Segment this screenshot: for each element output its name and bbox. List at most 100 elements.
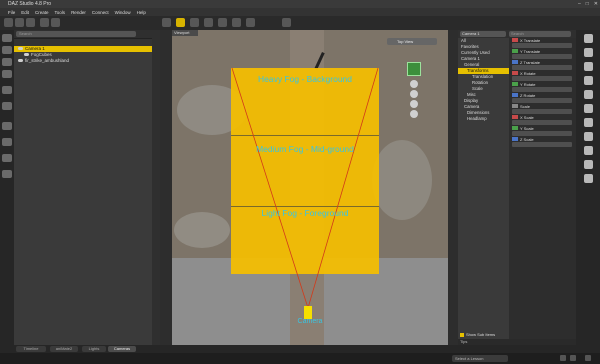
- node-weight-icon[interactable]: [246, 18, 255, 27]
- parameter-control[interactable]: Y Scale: [509, 126, 576, 137]
- parameter-slider[interactable]: [512, 43, 572, 48]
- render-icon[interactable]: [282, 18, 291, 27]
- surfaces-icon[interactable]: [584, 104, 593, 113]
- figure-icon[interactable]: [2, 138, 12, 146]
- parameter-slider[interactable]: [512, 76, 572, 81]
- folder-icon[interactable]: [2, 46, 12, 54]
- new-icon[interactable]: [4, 18, 13, 27]
- scissors-icon[interactable]: [2, 170, 12, 178]
- next-icon[interactable]: [570, 355, 576, 361]
- content-library-icon[interactable]: [584, 48, 593, 57]
- window-controls: – □ ✕: [578, 1, 598, 7]
- right-pane-tabs: [576, 30, 600, 352]
- visibility-eye-icon[interactable]: [24, 53, 29, 57]
- tab-cameras[interactable]: Cameras: [108, 346, 136, 352]
- environment-icon[interactable]: [584, 160, 593, 169]
- joint-editor-icon[interactable]: [232, 18, 241, 27]
- minimize-button[interactable]: –: [578, 1, 581, 7]
- posing-icon[interactable]: [584, 90, 593, 99]
- translate-icon[interactable]: [204, 18, 213, 27]
- viewport[interactable]: Top View Heavy Fog - Background Medium F…: [172, 30, 448, 350]
- tab-animate[interactable]: aniMate2: [50, 346, 78, 352]
- undo-side-icon[interactable]: [2, 102, 12, 110]
- save-scene-icon[interactable]: [2, 58, 12, 66]
- show-sub-items-checkbox[interactable]: Show Sub Items: [460, 332, 495, 337]
- scene-item-label: Camera 1: [25, 46, 45, 51]
- parameter-slider[interactable]: [512, 54, 572, 59]
- menu-help[interactable]: Help: [137, 10, 146, 15]
- parameter-slider[interactable]: [512, 65, 572, 70]
- open-icon[interactable]: [15, 18, 24, 27]
- axis-color-icon: [512, 82, 518, 86]
- bone-icon[interactable]: [2, 154, 12, 162]
- menu-tools[interactable]: Tools: [55, 10, 66, 15]
- node-select[interactable]: Camera 1: [460, 31, 506, 37]
- parameter-control[interactable]: Z Rotate: [509, 93, 576, 104]
- menu-render[interactable]: Render: [71, 10, 86, 15]
- scene-item-environment[interactable]: fir_strike_ambushland: [14, 58, 160, 64]
- group-headlamp[interactable]: Headlamp: [458, 116, 509, 122]
- rotate-icon[interactable]: [190, 18, 199, 27]
- parameter-slider[interactable]: [512, 131, 572, 136]
- undo-icon[interactable]: [40, 18, 49, 27]
- smart-content-icon[interactable]: [584, 34, 593, 43]
- tab-timeline[interactable]: Timeline: [16, 346, 46, 352]
- parameter-control[interactable]: Y Translate: [509, 49, 576, 60]
- menu-window[interactable]: Window: [115, 10, 131, 15]
- axis-color-icon: [512, 49, 518, 53]
- render-settings-icon[interactable]: [584, 118, 593, 127]
- shaping-icon[interactable]: [584, 76, 593, 85]
- scene-item-label: fir_strike_ambushland: [25, 58, 70, 63]
- parameter-sliders: X Translate Y Translate Z Translate X Rotat…: [509, 38, 576, 345]
- parameter-control[interactable]: Z Translate: [509, 60, 576, 71]
- parameter-control[interactable]: X Translate: [509, 38, 576, 49]
- redo-icon[interactable]: [51, 18, 60, 27]
- parameter-control[interactable]: X Rotate: [509, 71, 576, 82]
- parameter-search-input[interactable]: Search: [509, 31, 571, 37]
- scale-icon[interactable]: [218, 18, 227, 27]
- select-icon[interactable]: [162, 18, 171, 27]
- close-button[interactable]: ✕: [594, 1, 598, 7]
- parameter-control[interactable]: Z Scale: [509, 137, 576, 148]
- visibility-eye-icon[interactable]: [18, 59, 23, 63]
- cameras-icon[interactable]: [584, 146, 593, 155]
- parameters-icon[interactable]: [584, 62, 593, 71]
- window-title: DAZ Studio 4.8 Pro: [8, 1, 52, 7]
- parameter-control[interactable]: Scale: [509, 104, 576, 115]
- parameter-slider[interactable]: [512, 142, 572, 147]
- viewport-tab[interactable]: Viewport: [172, 30, 198, 36]
- save-as-icon[interactable]: [2, 70, 12, 78]
- property-group-tree: All Favorites Currently Used Camera 1 Ge…: [458, 38, 509, 345]
- menu-edit[interactable]: Edit: [21, 10, 29, 15]
- tab-lights[interactable]: Lights: [82, 346, 106, 352]
- lesson-select[interactable]: Select a Lesson: [452, 355, 508, 362]
- axis-color-icon: [512, 38, 518, 42]
- new-scene-icon[interactable]: [2, 34, 12, 42]
- scene-side-tabs[interactable]: [152, 30, 160, 345]
- universal-tool-icon[interactable]: [176, 18, 185, 27]
- import-icon[interactable]: [2, 86, 12, 94]
- parameter-slider[interactable]: [512, 120, 572, 125]
- figure-setup-icon[interactable]: [584, 174, 593, 183]
- maximize-button[interactable]: □: [586, 1, 589, 7]
- parameter-control[interactable]: X Scale: [509, 115, 576, 126]
- help-icon[interactable]: [585, 355, 591, 361]
- lights-icon[interactable]: [584, 132, 593, 141]
- visibility-eye-icon[interactable]: [18, 47, 23, 51]
- checkbox-icon[interactable]: [460, 332, 464, 337]
- previous-icon[interactable]: [560, 355, 566, 361]
- parameter-slider[interactable]: [512, 109, 572, 114]
- viewport-right-tabs[interactable]: [448, 30, 458, 352]
- parameter-slider[interactable]: [512, 87, 572, 92]
- menu-file[interactable]: File: [8, 10, 15, 15]
- save-icon[interactable]: [26, 18, 35, 27]
- medium-fog-label: Medium Fog - Mid-ground: [256, 144, 354, 154]
- main-toolbar: [0, 16, 600, 30]
- menu-connect[interactable]: Connect: [92, 10, 109, 15]
- menu-create[interactable]: Create: [35, 10, 49, 15]
- viewport-left-tabs[interactable]: [160, 30, 172, 352]
- parameter-control[interactable]: Y Rotate: [509, 82, 576, 93]
- scene-search-input[interactable]: Search: [16, 31, 136, 37]
- parameter-slider[interactable]: [512, 98, 572, 103]
- pin-icon[interactable]: [2, 122, 12, 130]
